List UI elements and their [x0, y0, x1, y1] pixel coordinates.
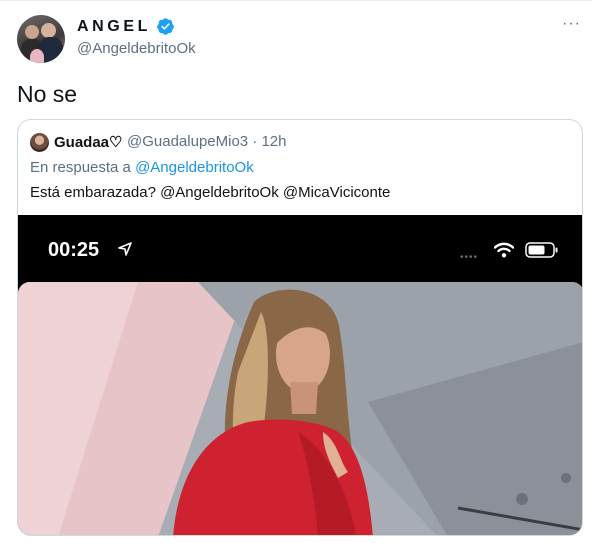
- reply-context: En respuesta a @AngeldebritoOk: [30, 159, 254, 176]
- quoted-author-avatar[interactable]: [30, 133, 49, 152]
- signal-dots: ••••: [460, 252, 479, 263]
- battery-icon: [525, 242, 558, 258]
- tweet-text: No se: [17, 81, 78, 107]
- author-display-name[interactable]: ANGEL: [77, 18, 151, 36]
- reply-prefix: En respuesta a: [30, 159, 136, 176]
- quoted-tweet-text: Está embarazada? @AngeldebritoOk @MicaVi…: [30, 184, 391, 201]
- wifi-icon: [494, 242, 514, 258]
- author-avatar[interactable]: [17, 15, 65, 63]
- author-names: ANGEL @AngeldebritoOk: [77, 17, 196, 58]
- quoted-author-name[interactable]: Guadaa♡: [54, 133, 122, 151]
- photo[interactable]: [18, 282, 582, 535]
- quoted-author-meta: @GuadalupeMio3 · 12h: [127, 133, 287, 150]
- more-options-icon[interactable]: ···: [562, 15, 581, 33]
- reply-mention-link[interactable]: @AngeldebritoOk: [135, 159, 254, 176]
- quoted-tweet[interactable]: Guadaa♡ @GuadalupeMio3 · 12h En respuest…: [17, 119, 583, 536]
- verified-badge-icon: [157, 18, 175, 35]
- quoted-media[interactable]: 00:25 ••••: [18, 215, 582, 535]
- tweet: ANGEL @AngeldebritoOk ··· No se Guadaa♡ …: [0, 0, 592, 543]
- location-arrow-icon: [118, 242, 132, 256]
- author-handle[interactable]: @AngeldebritoOk: [77, 40, 196, 57]
- status-bar-time: 00:25: [48, 239, 100, 261]
